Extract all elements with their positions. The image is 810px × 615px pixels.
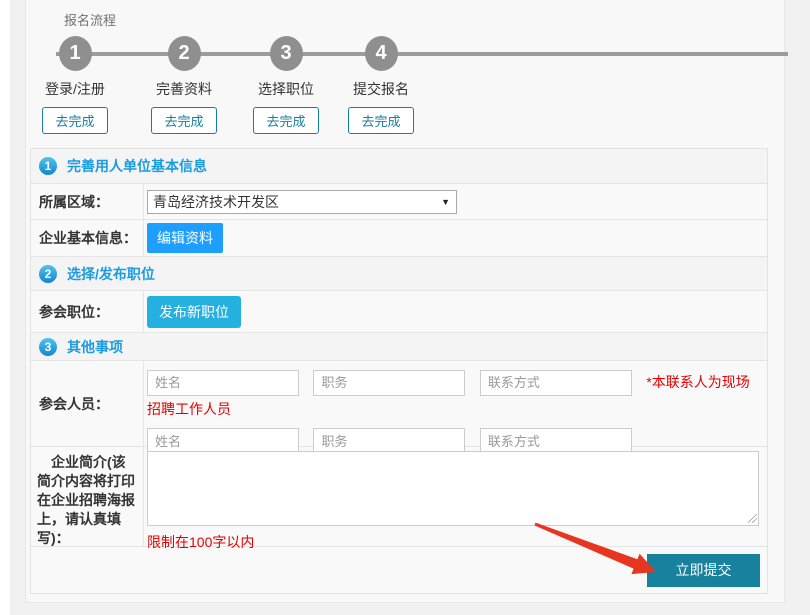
section-2-header: 2 选择/发布职位 bbox=[31, 257, 767, 291]
edit-profile-button[interactable]: 编辑资料 bbox=[147, 223, 223, 253]
left-gutter bbox=[0, 0, 10, 615]
step-3-go-button[interactable]: 去完成 bbox=[253, 107, 318, 134]
company-intro-label: 企业简介(该简介内容将打印在企业招聘海报上，请认真填写)： bbox=[31, 447, 144, 546]
submit-button[interactable]: 立即提交 bbox=[647, 554, 760, 587]
step-position: 3 选择职位 去完成 bbox=[234, 36, 338, 134]
job-label: 参会职位： bbox=[31, 291, 144, 332]
step-1-circle: 1 bbox=[59, 36, 92, 71]
step-3-label: 选择职位 bbox=[234, 79, 338, 99]
step-2-go-button[interactable]: 去完成 bbox=[151, 107, 216, 134]
step-2-label: 完善资料 bbox=[132, 79, 236, 99]
region-select-value: 青岛经济技术开发区 bbox=[153, 192, 279, 212]
section-1-header: 1 完善用人单位基本信息 bbox=[31, 149, 767, 184]
section-2-title: 选择/发布职位 bbox=[67, 264, 155, 284]
step-4-go-button[interactable]: 去完成 bbox=[348, 107, 413, 134]
attendee-1-name-input[interactable] bbox=[147, 370, 299, 396]
job-row: 参会职位： 发布新职位 bbox=[31, 291, 767, 333]
section-3-number-badge: 3 bbox=[39, 338, 57, 356]
section-2-number-badge: 2 bbox=[39, 265, 57, 283]
step-4-circle: 4 bbox=[365, 36, 398, 71]
step-login: 1 登录/注册 去完成 bbox=[23, 36, 127, 134]
step-4-label: 提交报名 bbox=[329, 79, 433, 99]
attendee-1-title-input[interactable] bbox=[313, 370, 465, 396]
region-label: 所属区域： bbox=[31, 184, 144, 219]
region-row: 所属区域： 青岛经济技术开发区 ▼ bbox=[31, 184, 767, 220]
submit-row: 立即提交 bbox=[31, 547, 767, 593]
steps-title: 报名流程 bbox=[64, 10, 116, 29]
section-3-title: 其他事项 bbox=[67, 337, 123, 357]
section-3-header: 3 其他事项 bbox=[31, 333, 767, 361]
step-profile: 2 完善资料 去完成 bbox=[132, 36, 236, 134]
attendee-1-contact-input[interactable] bbox=[480, 370, 632, 396]
step-3-circle: 3 bbox=[270, 36, 303, 71]
step-1-label: 登录/注册 bbox=[23, 79, 127, 99]
step-submit: 4 提交报名 去完成 bbox=[329, 36, 433, 134]
registration-form: 1 完善用人单位基本信息 所属区域： 青岛经济技术开发区 ▼ 企业基本信息： 编… bbox=[30, 148, 768, 594]
registration-page: 报名流程 1 登录/注册 去完成 2 完善资料 去完成 3 选择职位 去完成 4… bbox=[0, 0, 810, 615]
intro-limit-note: 限制在100字以内 bbox=[147, 532, 767, 552]
company-info-label: 企业基本信息： bbox=[31, 220, 144, 256]
company-info-row: 企业基本信息： 编辑资料 bbox=[31, 220, 767, 257]
section-1-number-badge: 1 bbox=[39, 157, 57, 175]
step-2-circle: 2 bbox=[168, 36, 201, 71]
company-intro-textarea[interactable] bbox=[147, 451, 759, 526]
dropdown-caret-icon: ▼ bbox=[441, 197, 450, 207]
attendees-row: 参会人员： *本联系人为现场招聘工作人员 bbox=[31, 361, 767, 447]
section-1-title: 完善用人单位基本信息 bbox=[67, 156, 207, 176]
step-1-go-button[interactable]: 去完成 bbox=[42, 107, 107, 134]
publish-job-button[interactable]: 发布新职位 bbox=[147, 296, 241, 328]
attendees-label: 参会人员： bbox=[31, 361, 144, 446]
company-intro-row: 企业简介(该简介内容将打印在企业招聘海报上，请认真填写)： 限制在100字以内 bbox=[31, 447, 767, 547]
region-select[interactable]: 青岛经济技术开发区 ▼ bbox=[147, 190, 457, 214]
